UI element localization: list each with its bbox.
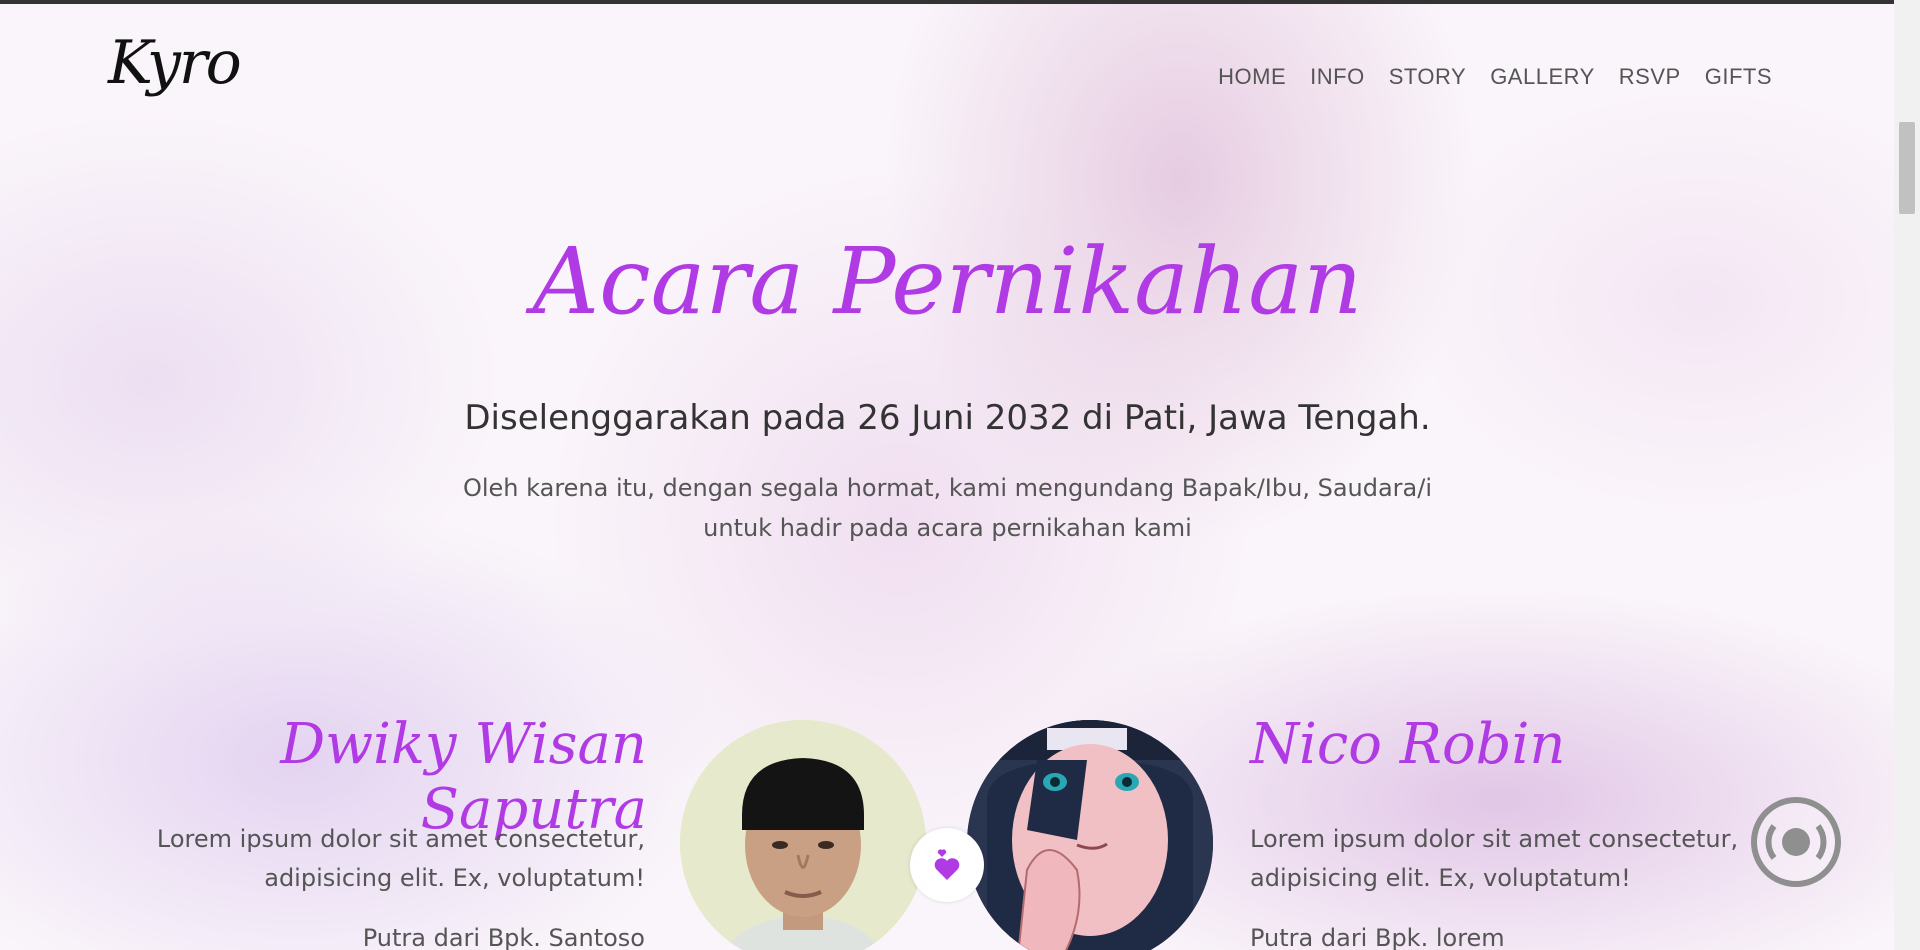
scrollbar-thumb[interactable] bbox=[1899, 122, 1915, 214]
window-top-border bbox=[0, 0, 1920, 4]
groom-description-line1: Lorem ipsum dolor sit amet consectetur, bbox=[156, 825, 645, 853]
page-scrollbar[interactable] bbox=[1894, 0, 1920, 950]
groom-parents: Putra dari Bpk. Santoso bbox=[362, 924, 645, 950]
nav-rsvp[interactable]: RSVP bbox=[1619, 64, 1681, 90]
bride-description-line2: adipisicing elit. Ex, voluptatum! bbox=[1250, 864, 1631, 892]
bride-name: Nico Robin bbox=[1250, 712, 1566, 777]
nav-gifts[interactable]: GIFTS bbox=[1705, 64, 1772, 90]
main-nav: HOME INFO STORY GALLERY RSVP GIFTS bbox=[1218, 64, 1772, 90]
groom-description-line2: adipisicing elit. Ex, voluptatum! bbox=[264, 864, 645, 892]
event-date-subtitle: Diselenggarakan pada 26 Juni 2032 di Pat… bbox=[464, 398, 1431, 438]
groom-photo bbox=[680, 720, 926, 950]
bride-parents: Putra dari Bpk. lorem bbox=[1250, 924, 1505, 950]
groom-description: Lorem ipsum dolor sit amet consectetur, … bbox=[100, 820, 645, 898]
brand-logo[interactable]: Kyro bbox=[108, 28, 242, 98]
bride-description: Lorem ipsum dolor sit amet consectetur, … bbox=[1250, 820, 1810, 898]
invitation-text-line2: untuk hadir pada acara pernikahan kami bbox=[703, 514, 1192, 542]
nav-info[interactable]: INFO bbox=[1310, 64, 1365, 90]
bride-description-line1: Lorem ipsum dolor sit amet consectetur, bbox=[1250, 825, 1739, 853]
invitation-text: Oleh karena itu, dengan segala hormat, k… bbox=[420, 468, 1475, 548]
page-title: Acara Pernikahan bbox=[532, 228, 1363, 335]
invitation-text-line1: Oleh karena itu, dengan segala hormat, k… bbox=[462, 474, 1433, 502]
nav-gallery[interactable]: GALLERY bbox=[1490, 64, 1595, 90]
nav-home[interactable]: HOME bbox=[1218, 64, 1286, 90]
hearts-icon bbox=[910, 828, 984, 902]
bride-photo bbox=[967, 720, 1213, 950]
audio-disc-icon[interactable] bbox=[1750, 796, 1842, 888]
nav-story[interactable]: STORY bbox=[1389, 64, 1467, 90]
